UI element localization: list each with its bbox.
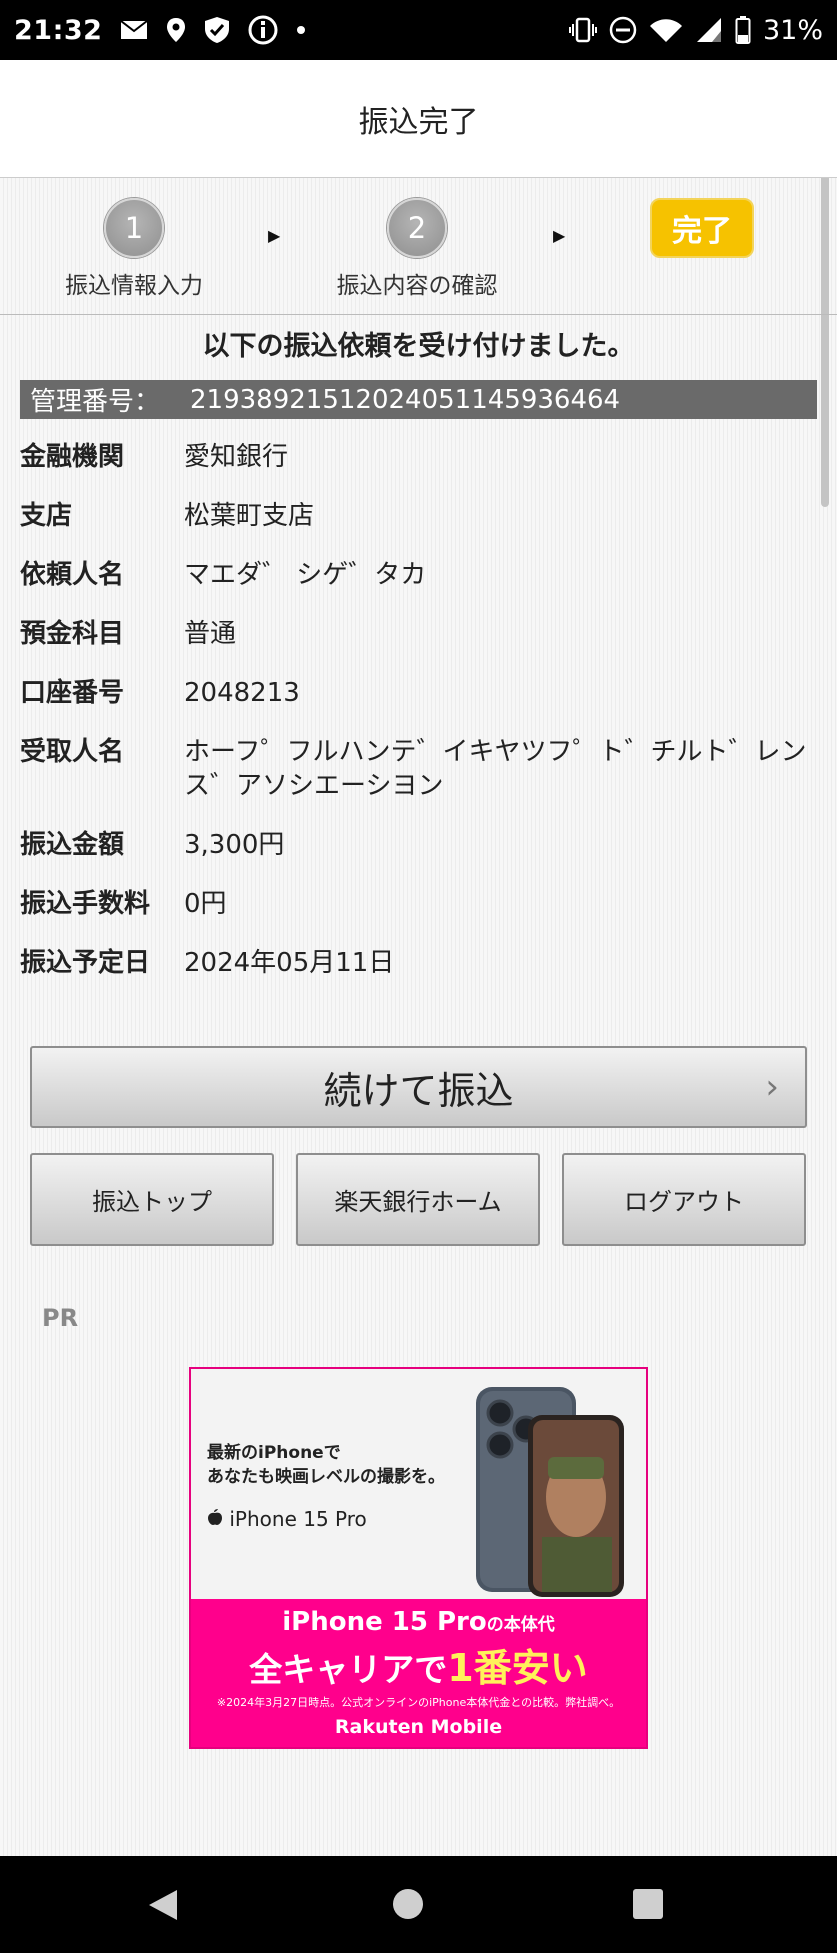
- step-1: 1 振込情報入力: [34, 198, 234, 300]
- nav-back-icon[interactable]: [147, 1888, 179, 1926]
- detail-row-requester: 依頼人名 マエダ゛ シゲ゛タカ: [20, 558, 820, 592]
- pr-label: PR: [42, 1304, 79, 1332]
- ad-headline: iPhone 15 Proの本体代: [191, 1607, 646, 1637]
- management-number-bar: 管理番号： 21938921512024051145936464: [20, 380, 817, 419]
- rakuten-home-button[interactable]: 楽天銀行ホーム: [296, 1153, 540, 1246]
- vibrate-icon: [568, 17, 597, 43]
- status-time: 21:32: [14, 14, 103, 46]
- step-2: 2 振込内容の確認: [317, 198, 517, 300]
- ad-copy-line: 最新のiPhoneで: [207, 1443, 341, 1463]
- detail-row-scheduled-date: 振込予定日 2024年05月11日: [20, 946, 820, 980]
- step-label: 振込情報入力: [65, 273, 203, 299]
- detail-label: 預金科目: [20, 619, 125, 649]
- detail-row-account-number: 口座番号 2048213: [20, 676, 820, 710]
- transfer-top-button[interactable]: 振込トップ: [30, 1153, 274, 1246]
- system-nav-bar: [0, 1856, 837, 1953]
- battery-icon: [735, 16, 751, 44]
- detail-value: 2048213: [184, 678, 300, 708]
- detail-value: 普通: [184, 619, 237, 649]
- continue-transfer-button[interactable]: 続けて振込 ›: [30, 1046, 807, 1128]
- detail-value: ホーフ゜フルハンテ゛イキヤツフ゜ト゛チルト゛レンス゛アソシエーシヨン: [184, 737, 807, 801]
- detail-row-branch: 支店 松葉町支店: [20, 499, 820, 533]
- progress-steps: 1 振込情報入力 ▶ 2 振込内容の確認 ▶ 完了: [0, 178, 837, 315]
- management-number-label: 管理番号：: [30, 387, 161, 417]
- detail-label: 振込金額: [20, 830, 125, 860]
- ad-copy: 最新のiPhoneで あなたも映画レベルの撮影を。: [207, 1441, 445, 1489]
- transfer-top-label: 振込トップ: [92, 1188, 212, 1216]
- detail-label: 受取人名: [20, 737, 125, 767]
- continue-transfer-label: 続けて振込: [323, 1068, 514, 1113]
- ad-model: iPhone 15 Pro: [207, 1507, 367, 1531]
- detail-label: 金融機関: [20, 442, 125, 472]
- page-header: 振込完了: [0, 60, 837, 178]
- ad-bottom-section: iPhone 15 Proの本体代 全キャリアで1番安い ※2024年3月27日…: [191, 1599, 646, 1747]
- completion-notice: 以下の振込依頼を受け付けました。: [202, 331, 635, 362]
- detail-value: マエダ゛ シゲ゛タカ: [184, 560, 427, 590]
- phone-image: [476, 1387, 624, 1597]
- page-title: 振込完了: [358, 104, 479, 140]
- detail-row-fee: 振込手数料 0円: [20, 887, 820, 921]
- step-label: 振込内容の確認: [336, 273, 498, 299]
- battery-percent: 31%: [762, 14, 823, 46]
- dnd-icon: [609, 16, 637, 44]
- ad-model-text: iPhone 15 Pro: [229, 1507, 367, 1531]
- rakuten-mobile-logo: Rakuten Mobile: [334, 1716, 503, 1738]
- nav-home-icon[interactable]: [392, 1888, 424, 1924]
- detail-label: 振込手数料: [20, 889, 151, 919]
- step-number: 1: [104, 198, 164, 258]
- detail-row-recipient: 受取人名 ホーフ゜フルハンテ゛イキヤツフ゜ト゛チルト゛レンス゛アソシエーシヨン: [20, 735, 820, 803]
- detail-label: 依頼人名: [20, 560, 125, 590]
- detail-value: 愛知銀行: [184, 442, 289, 472]
- step-complete: 完了: [650, 198, 754, 258]
- ad-tagline-a: 全キャリアで: [249, 1650, 448, 1689]
- nav-recents-icon[interactable]: [632, 1888, 664, 1924]
- detail-value: 3,300円: [184, 830, 285, 860]
- logout-label: ログアウト: [624, 1188, 744, 1216]
- logout-button[interactable]: ログアウト: [562, 1153, 806, 1246]
- ad-banner[interactable]: 最新のiPhoneで あなたも映画レベルの撮影を。 iPhone 15 Pro: [189, 1367, 648, 1749]
- detail-label: 支店: [20, 501, 73, 531]
- detail-label: 口座番号: [20, 678, 125, 708]
- ad-headline-main: iPhone 15 Pro: [282, 1607, 487, 1637]
- ad-top-section: 最新のiPhoneで あなたも映画レベルの撮影を。 iPhone 15 Pro: [191, 1369, 646, 1599]
- location-icon: [166, 17, 186, 43]
- ad-copy-line: あなたも映画レベルの撮影を。: [207, 1467, 445, 1487]
- page-content[interactable]: 振込完了 1 振込情報入力 ▶ 2 振込内容の確認 ▶ 完了 以下の振込依頼を受…: [0, 60, 837, 1856]
- step-number: 2: [387, 198, 447, 258]
- step-arrow-icon: ▶: [553, 226, 566, 245]
- ad-tagline-b: 1番安い: [447, 1646, 588, 1690]
- ad-tagline: 全キャリアで1番安い: [191, 1637, 646, 1692]
- mail-icon: [120, 20, 149, 40]
- ad-headline-suffix: の本体代: [486, 1615, 555, 1635]
- detail-row-account-type: 預金科目 普通: [20, 617, 820, 651]
- detail-value: 0円: [184, 889, 227, 919]
- status-bar: 21:32 31%: [0, 0, 837, 60]
- step-arrow-icon: ▶: [268, 226, 281, 245]
- detail-value: 松葉町支店: [184, 501, 315, 531]
- chevron-right-icon: ›: [765, 1067, 779, 1107]
- detail-label: 振込予定日: [20, 948, 151, 978]
- dot-icon: [296, 25, 306, 35]
- detail-row-bank: 金融機関 愛知銀行: [20, 440, 820, 474]
- info-icon: [248, 15, 278, 45]
- wifi-icon: [649, 17, 683, 43]
- rakuten-home-label: 楽天銀行ホーム: [334, 1188, 502, 1216]
- apple-logo-icon: [207, 1507, 229, 1531]
- transfer-details: 金融機関 愛知銀行 支店 松葉町支店 依頼人名 マエダ゛ シゲ゛タカ 預金科目 …: [20, 440, 820, 1005]
- ad-footnote: ※2024年3月27日時点。公式オンラインのiPhone本体代金との比較。弊社調…: [216, 1696, 621, 1709]
- detail-row-amount: 振込金額 3,300円: [20, 828, 820, 862]
- shield-icon: [204, 16, 230, 44]
- management-number-value: 21938921512024051145936464: [190, 384, 621, 415]
- signal-icon: [695, 17, 723, 43]
- detail-value: 2024年05月11日: [184, 948, 395, 978]
